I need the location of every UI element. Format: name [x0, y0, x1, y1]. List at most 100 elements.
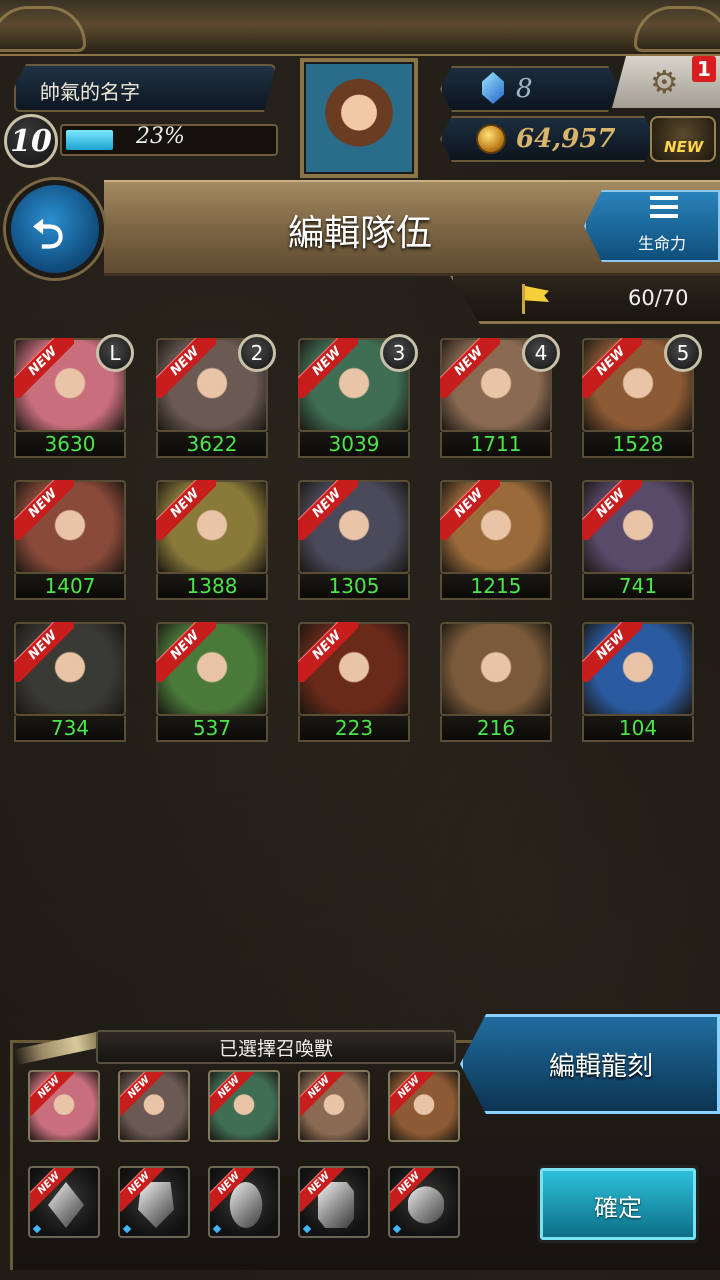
- new-ribbon: NEW: [300, 1168, 344, 1212]
- dragon-rune-slot[interactable]: NEW: [118, 1166, 190, 1238]
- monster-hp-value: 3622: [156, 432, 268, 458]
- selected-monster-slot[interactable]: NEW: [118, 1070, 190, 1142]
- monster-card[interactable]: NEW 223: [298, 622, 410, 742]
- monster-card[interactable]: NEW 3 3039: [298, 334, 418, 458]
- new-label: NEW: [298, 338, 358, 398]
- monster-hp-value: 1215: [440, 574, 552, 600]
- new-label: NEW: [298, 480, 358, 540]
- new-ribbon: NEW: [156, 480, 216, 540]
- monster-card[interactable]: NEW 2 3622: [156, 334, 276, 458]
- team-slot-badge: 2: [238, 334, 276, 372]
- back-arrow-icon: ⮌: [32, 212, 65, 258]
- new-ribbon: NEW: [582, 622, 642, 682]
- gold-count: 64,957: [516, 124, 616, 154]
- notification-badge: 1: [692, 56, 716, 82]
- new-ribbon: NEW: [300, 1072, 344, 1116]
- new-label: NEW: [582, 480, 642, 540]
- monster-card[interactable]: NEW 4 1711: [440, 334, 560, 458]
- new-label: NEW: [156, 622, 216, 682]
- new-ribbon: NEW: [298, 480, 358, 540]
- monster-hp-value: 3630: [14, 432, 126, 458]
- new-ribbon: NEW: [390, 1072, 434, 1116]
- new-ribbon: NEW: [440, 338, 500, 398]
- monster-hp-value: 741: [582, 574, 694, 600]
- selected-monster-slot[interactable]: NEW: [208, 1070, 280, 1142]
- top-ornament: [0, 0, 720, 56]
- new-label: NEW: [210, 1168, 254, 1212]
- monster-card[interactable]: NEW 734: [14, 622, 126, 742]
- new-ribbon: NEW: [582, 338, 642, 398]
- level-badge: 10: [4, 114, 58, 168]
- sort-label: 生命力: [637, 234, 686, 253]
- dragon-rune-slot[interactable]: NEW: [388, 1166, 460, 1238]
- new-label: NEW: [30, 1168, 74, 1212]
- selected-monster-slot[interactable]: NEW: [388, 1070, 460, 1142]
- new-label: NEW: [30, 1072, 74, 1116]
- new-ribbon: NEW: [14, 338, 74, 398]
- monster-card[interactable]: NEW 537: [156, 622, 268, 742]
- monster-hp-value: 104: [582, 716, 694, 742]
- new-ribbon: NEW: [390, 1168, 434, 1212]
- monster-card[interactable]: NEW 5 1528: [582, 334, 702, 458]
- gear-icon[interactable]: ⚙: [650, 66, 679, 98]
- rune-gem-dot: [212, 1224, 222, 1234]
- new-ribbon: NEW: [156, 338, 216, 398]
- dragon-rune-slot[interactable]: NEW: [208, 1166, 280, 1238]
- new-ribbon: NEW: [120, 1072, 164, 1116]
- list-icon: [650, 196, 678, 218]
- new-label: NEW: [156, 338, 216, 398]
- rune-gem-dot: [122, 1224, 132, 1234]
- xp-bar-fill: [66, 130, 113, 150]
- new-ribbon: NEW: [298, 622, 358, 682]
- monster-card[interactable]: NEW 1407: [14, 480, 126, 600]
- selected-monster-slot[interactable]: NEW: [298, 1070, 370, 1142]
- player-name: 帥氣的名字: [40, 80, 140, 104]
- capacity-count: 60/70: [628, 286, 689, 310]
- monster-hp-value: 1305: [298, 574, 410, 600]
- new-label: NEW: [210, 1072, 254, 1116]
- new-ribbon: NEW: [440, 480, 500, 540]
- gold-coin-icon: [476, 124, 506, 154]
- new-ribbon: NEW: [298, 338, 358, 398]
- new-label: NEW: [120, 1072, 164, 1116]
- new-label: NEW: [120, 1168, 164, 1212]
- rune-gem-dot: [302, 1224, 312, 1234]
- player-avatar[interactable]: [306, 64, 412, 172]
- dragon-rune-slot[interactable]: NEW: [298, 1166, 370, 1238]
- new-label: NEW: [298, 622, 358, 682]
- monster-card[interactable]: NEW 1305: [298, 480, 410, 600]
- shop-new-button[interactable]: NEW: [650, 116, 716, 162]
- shop-new-label: NEW: [664, 138, 704, 156]
- xp-percent: 23%: [136, 124, 185, 149]
- selected-title: 已選擇召喚獸: [218, 1038, 333, 1060]
- new-label: NEW: [300, 1168, 344, 1212]
- monster-card[interactable]: NEW L 3630: [14, 334, 134, 458]
- new-ribbon: NEW: [210, 1072, 254, 1116]
- monster-card[interactable]: NEW 741: [582, 480, 694, 600]
- monster-hp-value: 1528: [582, 432, 694, 458]
- monster-hp-value: 537: [156, 716, 268, 742]
- new-label: NEW: [156, 480, 216, 540]
- new-label: NEW: [14, 338, 74, 398]
- new-label: NEW: [300, 1072, 344, 1116]
- new-ribbon: NEW: [120, 1168, 164, 1212]
- monster-card[interactable]: 216: [440, 622, 552, 742]
- team-slot-badge: L: [96, 334, 134, 372]
- new-ribbon: NEW: [30, 1168, 74, 1212]
- monster-hp-value: 1711: [440, 432, 552, 458]
- new-ribbon: NEW: [14, 480, 74, 540]
- monster-card[interactable]: NEW 1215: [440, 480, 552, 600]
- monster-card[interactable]: NEW 1388: [156, 480, 268, 600]
- dragon-rune-slot[interactable]: NEW: [28, 1166, 100, 1238]
- monster-hp-value: 734: [14, 716, 126, 742]
- monster-card[interactable]: NEW 104: [582, 622, 694, 742]
- team-slot-badge: 3: [380, 334, 418, 372]
- new-label: NEW: [440, 480, 500, 540]
- monster-hp-value: 1388: [156, 574, 268, 600]
- confirm-label: 確定: [594, 1194, 642, 1222]
- monster-hp-value: 223: [298, 716, 410, 742]
- team-slot-badge: 4: [522, 334, 560, 372]
- selected-monster-slot[interactable]: NEW: [28, 1070, 100, 1142]
- new-ribbon: NEW: [210, 1168, 254, 1212]
- new-ribbon: NEW: [30, 1072, 74, 1116]
